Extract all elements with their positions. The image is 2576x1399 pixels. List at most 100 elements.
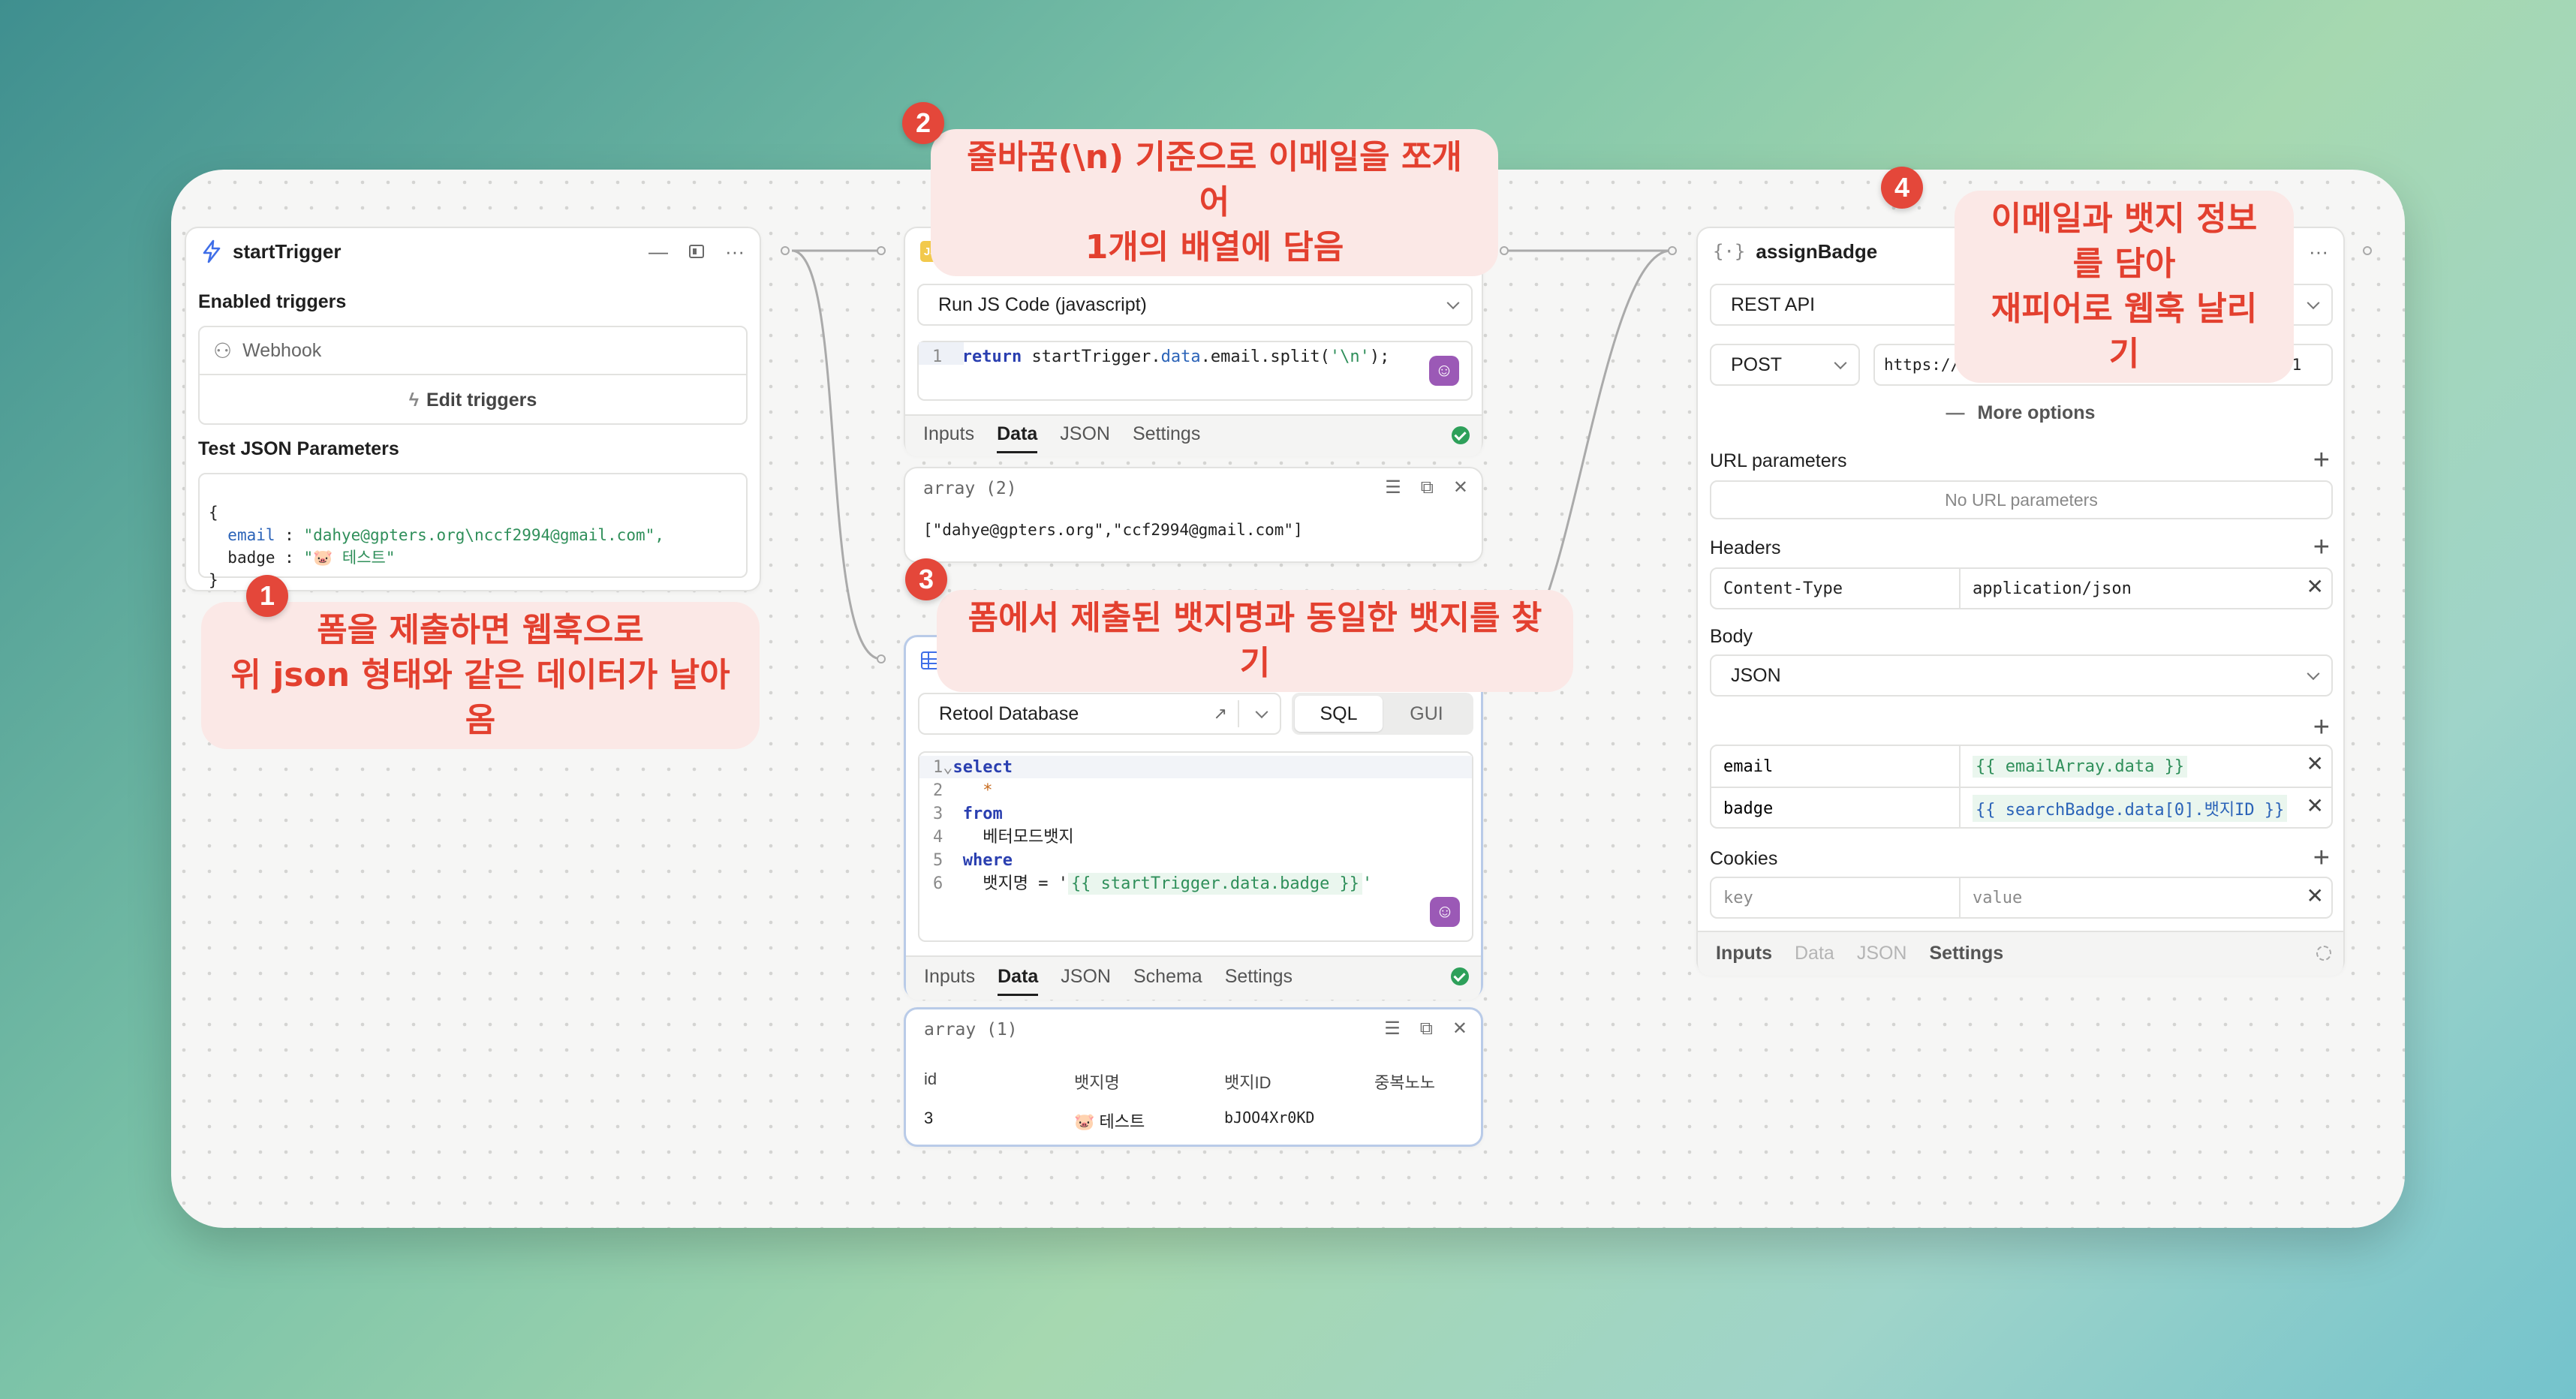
assign-badge-output-port[interactable] <box>2363 246 2372 255</box>
start-trigger-panel[interactable]: startTrigger — ··· Enabled triggers ⚇ We… <box>185 227 761 591</box>
body-row[interactable]: email {{ emailArray.data }} <box>1711 746 2331 788</box>
body-type-select[interactable]: JSON <box>1710 654 2333 696</box>
mode-gui[interactable]: GUI <box>1383 696 1470 732</box>
tab-inputs[interactable]: Inputs <box>1716 943 1772 964</box>
tab-json[interactable]: JSON <box>1061 966 1111 996</box>
sql-token: 뱃지명 = ' <box>983 874 1068 893</box>
tab-data[interactable]: Data <box>1795 943 1834 964</box>
ai-assist-icon[interactable]: ☺ <box>1429 356 1459 386</box>
remove-body-field-icon[interactable]: ✕ <box>2307 754 2324 775</box>
line-number: 1 <box>933 758 943 777</box>
resource-select-value: Retool Database <box>939 703 1079 724</box>
tab-inputs[interactable]: Inputs <box>924 966 975 996</box>
tab-data[interactable]: Data <box>997 423 1038 453</box>
cookie-key-input[interactable]: key <box>1711 878 1961 917</box>
more-icon[interactable]: ··· <box>2309 242 2328 261</box>
mode-sql[interactable]: SQL <box>1295 696 1383 732</box>
more-options-label: More options <box>1977 402 2096 423</box>
tab-settings[interactable]: Settings <box>1133 423 1200 453</box>
tab-json[interactable]: JSON <box>1060 423 1110 453</box>
cookie-value-input[interactable]: value <box>1961 878 2034 917</box>
tab-json[interactable]: JSON <box>1857 943 1907 964</box>
js-code-editor[interactable]: 1 return startTrigger.data.email.split('… <box>917 341 1473 401</box>
code-segment: . <box>1200 347 1211 366</box>
email-array-output-port[interactable] <box>1500 246 1509 255</box>
webhook-label: Webhook <box>242 339 322 361</box>
test-json-editor[interactable]: { email : "dahye@gpters.org\nccf2994@gma… <box>198 473 748 589</box>
table-header-row: id 뱃지명 뱃지ID 중복노노 <box>924 1070 1467 1092</box>
minimize-icon[interactable]: — <box>649 242 668 261</box>
sql-template: {{ startTrigger.data.badge }} <box>1067 873 1363 895</box>
body-fields: email {{ emailArray.data }} badge {{ sea… <box>1710 745 2333 829</box>
email-array-result: array (2) ☰ ⧉ ✕ ["dahye@gpters.org","ccf… <box>904 467 1483 563</box>
tab-inputs[interactable]: Inputs <box>923 423 974 453</box>
cookies-label: Cookies <box>1710 848 1778 869</box>
resource-select[interactable]: Retool Database ↗ <box>918 693 1281 735</box>
copy-icon[interactable]: ⧉ <box>1420 1020 1433 1038</box>
add-body-field-icon[interactable]: + <box>2313 713 2330 742</box>
column-header: 뱃지명 <box>1074 1073 1120 1092</box>
body-row[interactable]: badge {{ searchBadge.data[0].뱃지ID }} <box>1711 788 2331 829</box>
test-json-label: Test JSON Parameters <box>198 438 399 459</box>
header-key[interactable]: Content-Type <box>1711 569 1961 608</box>
format-icon[interactable]: ☰ <box>1384 1020 1401 1038</box>
tab-settings[interactable]: Settings <box>1930 943 2004 964</box>
assign-badge-input-port[interactable] <box>1668 246 1677 255</box>
body-value[interactable]: {{ emailArray.data }} <box>1973 755 2188 778</box>
method-select[interactable]: POST <box>1710 344 1860 386</box>
url-params-empty: No URL parameters <box>1710 480 2333 519</box>
annotation-3-badge: 3 <box>905 558 947 600</box>
collapse-icon: — <box>1946 402 1965 423</box>
annotation-line: 폼을 제출하면 웹훅으로 <box>317 611 644 649</box>
search-badge-input-port[interactable] <box>877 654 886 663</box>
header-row[interactable]: Content-Type application/json <box>1710 567 2333 609</box>
more-icon[interactable]: ··· <box>725 242 745 261</box>
table-row[interactable]: 3 🐷 테스트 bJOO4Xr0KD <box>924 1109 1467 1131</box>
add-url-param-icon[interactable]: + <box>2313 446 2330 474</box>
edit-triggers-button[interactable]: ϟ Edit triggers <box>200 375 746 425</box>
column-header: 뱃지ID <box>1224 1073 1271 1092</box>
close-icon[interactable]: ✕ <box>1453 479 1468 497</box>
code-segment: data <box>1160 347 1201 366</box>
remove-body-field-icon[interactable]: ✕ <box>2307 796 2324 817</box>
json-close: } <box>209 571 218 589</box>
mode-toggle[interactable]: SQL GUI <box>1292 693 1473 735</box>
remove-cookie-icon[interactable]: ✕ <box>2307 886 2324 907</box>
close-icon[interactable]: ✕ <box>1452 1020 1467 1038</box>
runner-select-value: Run JS Code (javascript) <box>938 293 1147 315</box>
code-segment: ); <box>1369 347 1390 366</box>
line-number: 5 <box>933 851 943 870</box>
copy-icon[interactable]: ⧉ <box>1421 479 1434 497</box>
trigger-output-port[interactable] <box>781 246 790 255</box>
add-header-icon[interactable]: + <box>2313 533 2330 561</box>
tab-data[interactable]: Data <box>998 966 1039 996</box>
body-key[interactable]: badge <box>1711 788 1961 829</box>
chevron-down-icon <box>1834 357 1847 370</box>
body-value[interactable]: {{ searchBadge.data[0].뱃지ID }} <box>1973 795 2288 822</box>
ai-assist-icon[interactable]: ☺ <box>1430 897 1460 927</box>
tab-settings[interactable]: Settings <box>1225 966 1293 996</box>
email-array-input-port[interactable] <box>877 246 886 255</box>
sql-editor[interactable]: 1⌄select 2 * 3 from 4 베터모드뱃지 5 where 6 뱃… <box>918 751 1473 942</box>
chevron-down-icon <box>2307 667 2320 681</box>
remove-header-icon[interactable]: ✕ <box>2307 576 2324 597</box>
resource-select-value: REST API <box>1731 293 1816 315</box>
panel-toggle-icon[interactable] <box>689 245 705 258</box>
more-options-button[interactable]: — More options <box>1698 402 2343 424</box>
external-link-icon[interactable]: ↗ <box>1214 704 1227 724</box>
success-check-icon <box>1452 426 1470 444</box>
table-cell: bJOO4Xr0KD <box>1224 1109 1315 1127</box>
code-segment: .split( <box>1260 347 1330 366</box>
no-url-params-text: No URL parameters <box>1945 489 2098 510</box>
tab-schema[interactable]: Schema <box>1133 966 1202 996</box>
table-cell: 🐷 테스트 <box>1074 1112 1145 1131</box>
chevron-down-icon <box>1446 296 1460 310</box>
body-key[interactable]: email <box>1711 746 1961 787</box>
header-value[interactable]: application/json <box>1961 569 2144 608</box>
panel-title: startTrigger <box>233 239 342 263</box>
add-cookie-icon[interactable]: + <box>2313 844 2330 872</box>
runner-select[interactable]: Run JS Code (javascript) <box>917 284 1473 326</box>
cookie-row[interactable]: key value <box>1710 877 2333 919</box>
annotation-line: 줄바꿈(\n) 기준으로 이메일을 쪼개어 <box>967 138 1462 221</box>
format-icon[interactable]: ☰ <box>1385 479 1401 497</box>
